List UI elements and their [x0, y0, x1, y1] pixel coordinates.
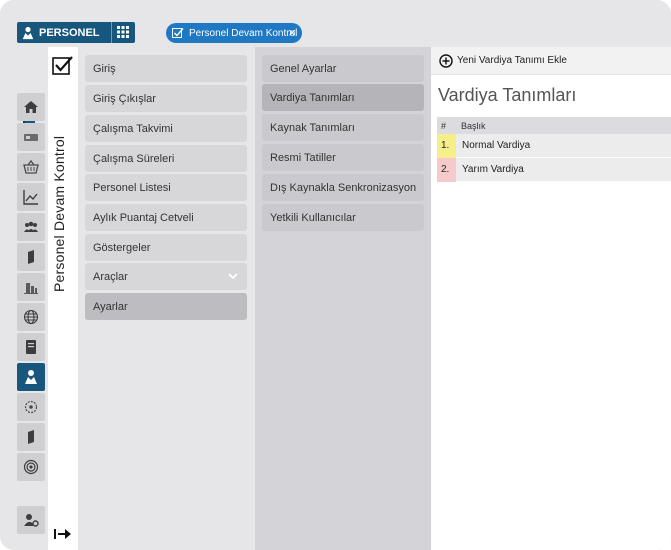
book-icon: [28, 250, 34, 264]
menu-item-gostergeler[interactable]: Göstergeler: [85, 234, 247, 261]
add-shift-button[interactable]: Yeni Vardiya Tanımı Ekle: [431, 47, 671, 75]
rail-chart[interactable]: [17, 183, 45, 211]
logout-icon[interactable]: [54, 527, 72, 541]
row-title: Yarım Vardiya: [462, 164, 524, 175]
person-icon: [25, 370, 37, 384]
app-window: PERSONEL Personel Devam Kontrol × Person…: [0, 0, 671, 550]
card-icon: [24, 134, 38, 141]
module-title: Personel Devam Kontrol: [51, 135, 67, 292]
icon-rail: [0, 47, 48, 550]
primary-menu: Giriş Giriş Çıkışlar Çalışma Takvimi Çal…: [78, 47, 255, 550]
submenu-dis-kaynak-senkronizasyon[interactable]: Dış Kaynakla Senkronizasyon: [262, 174, 424, 201]
submenu-genel-ayarlar[interactable]: Genel Ayarlar: [262, 55, 424, 82]
plus-circle-icon: [439, 54, 453, 68]
target-icon: [23, 459, 39, 475]
submenu-resmi-tatiller[interactable]: Resmi Tatiller: [262, 144, 424, 171]
column-header-number: #: [441, 120, 447, 131]
divider: [111, 22, 112, 43]
rail-recycle[interactable]: [17, 393, 45, 421]
tab-label: Personel Devam Kontrol: [189, 27, 298, 39]
person-icon: [22, 26, 34, 39]
users-settings-icon: [24, 514, 39, 527]
rail-book-2[interactable]: [17, 423, 45, 451]
submenu-kaynak-tanimlari[interactable]: Kaynak Tanımları: [262, 114, 424, 141]
buildings-icon: [24, 283, 38, 294]
table-row[interactable]: 2. Yarım Vardiya: [437, 157, 671, 182]
menu-item-ayarlar[interactable]: Ayarlar: [85, 293, 247, 320]
chart-icon: [23, 190, 38, 205]
grid-icon[interactable]: [117, 26, 129, 38]
add-shift-label: Yeni Vardiya Tanımı Ekle: [457, 55, 567, 66]
rail-user-settings[interactable]: [17, 506, 45, 534]
module-label: PERSONEL: [39, 26, 100, 39]
recycle-icon: [24, 400, 38, 414]
book-icon: [28, 430, 34, 444]
rail-card[interactable]: [17, 123, 45, 151]
row-number: 1.: [437, 133, 456, 158]
people-icon: [24, 221, 38, 232]
menu-item-aylik-puantaj[interactable]: Aylık Puantaj Cetveli: [85, 204, 247, 231]
rail-personel[interactable]: [17, 363, 45, 391]
checkbox-icon: [172, 28, 184, 38]
secondary-menu: Genel Ayarlar Vardiya Tanımları Kaynak T…: [255, 47, 431, 550]
checkbox-icon: [52, 56, 73, 75]
row-title: Normal Vardiya: [462, 140, 531, 151]
rail-notebook[interactable]: [17, 333, 45, 361]
rail-book[interactable]: [17, 243, 45, 271]
column-header-title: Başlık: [461, 120, 486, 131]
menu-item-label: Araçlar: [93, 270, 128, 283]
menu-item-giris-cikislar[interactable]: Giriş Çıkışlar: [85, 85, 247, 112]
rail-buildings[interactable]: [17, 273, 45, 301]
submenu-yetkili-kullanicilar[interactable]: Yetkili Kullanıcılar: [262, 204, 424, 231]
chevron-down-icon: [228, 273, 238, 280]
submenu-vardiya-tanimlari[interactable]: Vardiya Tanımları: [262, 84, 424, 111]
basket-icon: [23, 159, 39, 174]
row-number: 2.: [437, 157, 456, 182]
tab-personel-devam-kontrol[interactable]: Personel Devam Kontrol ×: [166, 23, 302, 43]
menu-item-giris[interactable]: Giriş: [85, 55, 247, 82]
shift-table: # Başlık 1. Normal Vardiya 2. Yarım Vard…: [437, 117, 671, 182]
home-icon: [24, 101, 38, 113]
table-header: # Başlık: [437, 117, 671, 134]
rail-basket[interactable]: [17, 153, 45, 181]
close-icon[interactable]: ×: [288, 25, 296, 40]
rail-people[interactable]: [17, 213, 45, 241]
menu-item-personel-listesi[interactable]: Personel Listesi: [85, 174, 247, 201]
table-row[interactable]: 1. Normal Vardiya: [437, 133, 671, 158]
notebook-icon: [26, 340, 36, 354]
globe-icon: [23, 309, 39, 325]
rail-globe[interactable]: [17, 303, 45, 331]
rail-home[interactable]: [17, 93, 45, 121]
top-bar: PERSONEL Personel Devam Kontrol ×: [0, 0, 671, 47]
content-panel: Yeni Vardiya Tanımı Ekle Vardiya Tanımla…: [431, 47, 671, 550]
module-title-column: Personel Devam Kontrol: [48, 47, 78, 550]
module-button[interactable]: PERSONEL: [17, 22, 135, 43]
rail-target[interactable]: [17, 453, 45, 481]
menu-item-araclar[interactable]: Araçlar: [85, 263, 247, 290]
menu-item-calisma-sureleri[interactable]: Çalışma Süreleri: [85, 145, 247, 172]
page-title: Vardiya Tanımları: [438, 85, 577, 105]
menu-item-calisma-takvimi[interactable]: Çalışma Takvimi: [85, 115, 247, 142]
